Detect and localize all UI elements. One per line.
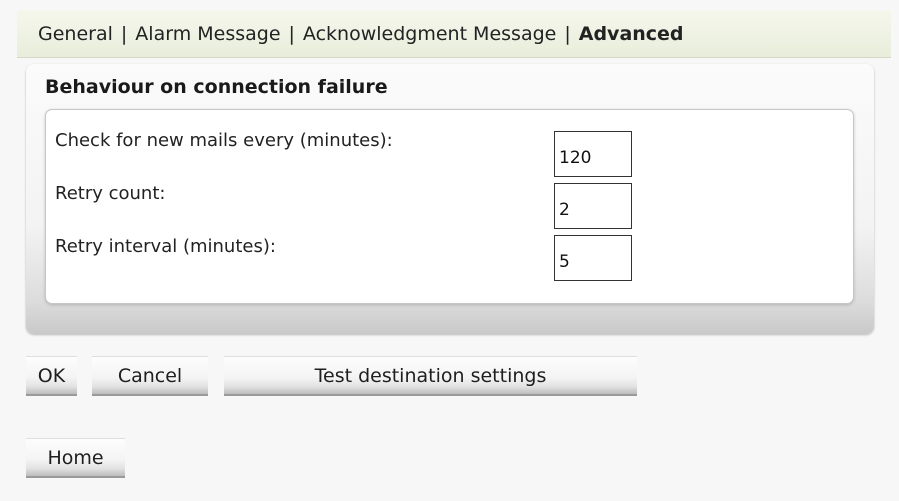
check-interval-input[interactable] bbox=[554, 131, 632, 177]
retry-count-input[interactable] bbox=[554, 183, 632, 229]
check-interval-label: Check for new mails every (minutes): bbox=[55, 130, 393, 151]
section-title: Behaviour on connection failure bbox=[45, 76, 388, 98]
tab-separator: | bbox=[120, 23, 128, 45]
ok-button[interactable]: OK bbox=[26, 356, 77, 396]
tab-acknowledgment-message[interactable]: Acknowledgment Message bbox=[303, 23, 556, 45]
cancel-button[interactable]: Cancel bbox=[92, 356, 208, 396]
connection-failure-panel: Behaviour on connection failure Check fo… bbox=[26, 64, 874, 334]
retry-count-label: Retry count: bbox=[55, 183, 166, 204]
tab-advanced[interactable]: Advanced bbox=[579, 23, 684, 45]
retry-interval-input[interactable] bbox=[554, 235, 632, 281]
tab-bar: General | Alarm Message | Acknowledgment Mes… bbox=[17, 10, 891, 58]
test-destination-settings-button[interactable]: Test destination settings bbox=[224, 356, 637, 396]
tab-separator: | bbox=[564, 23, 571, 45]
tab-alarm-message[interactable]: Alarm Message bbox=[135, 23, 280, 45]
settings-fieldset: Check for new mails every (minutes): Ret… bbox=[45, 109, 854, 304]
retry-interval-label: Retry interval (minutes): bbox=[55, 236, 276, 257]
home-button[interactable]: Home bbox=[26, 438, 125, 478]
tab-general[interactable]: General bbox=[38, 23, 113, 45]
tab-separator: | bbox=[288, 23, 295, 45]
